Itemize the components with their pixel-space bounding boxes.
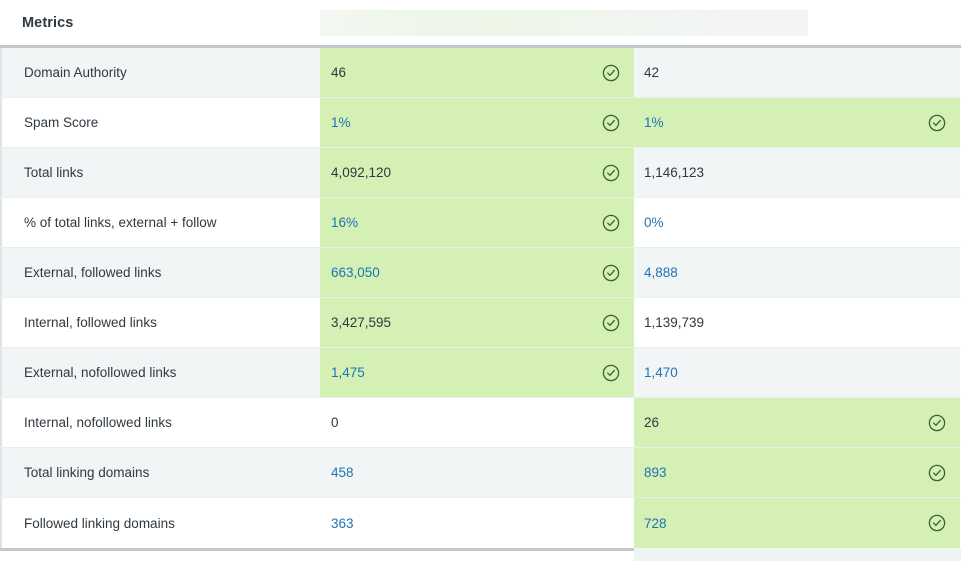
- metric-value-text[interactable]: 728: [644, 516, 667, 531]
- metric-value-cell-col1: 46: [320, 48, 634, 97]
- check-circle-icon: [602, 214, 620, 232]
- metrics-table: Domain Authority 46 42 Spam Score 1% 1% Total …: [0, 45, 961, 551]
- metric-value-text[interactable]: 663,050: [331, 265, 380, 280]
- table-row: % of total links, external + follow 16% 0%: [0, 198, 961, 248]
- metric-value-cell-col2[interactable]: 1,470: [634, 348, 960, 397]
- metric-value-cell-col1[interactable]: 458: [320, 448, 634, 497]
- metric-value-cell-col2: 42: [634, 48, 960, 97]
- table-header: Metrics: [0, 0, 961, 45]
- metric-value-cell-col1[interactable]: 16%: [320, 198, 634, 247]
- metric-name-text: External, nofollowed links: [24, 365, 177, 380]
- page-title: Metrics: [22, 14, 74, 31]
- table-row: Internal, nofollowed links 0 26: [0, 398, 961, 448]
- metric-value-text[interactable]: 1%: [644, 115, 664, 130]
- metric-value-text[interactable]: 4,888: [644, 265, 678, 280]
- metric-name-cell: Total links: [0, 148, 320, 197]
- check-circle-icon: [928, 114, 946, 132]
- metric-value-text: 1,139,739: [644, 315, 705, 330]
- metric-value-text: 46: [331, 65, 347, 80]
- metric-value-text[interactable]: 16%: [331, 215, 358, 230]
- metric-value-cell-col2: 1,139,739: [634, 298, 960, 347]
- metric-name-cell: Total linking domains: [0, 448, 320, 497]
- metric-value-text: 4,092,120: [331, 165, 392, 180]
- metric-value-text[interactable]: 1,470: [644, 365, 678, 380]
- check-circle-icon: [602, 314, 620, 332]
- metric-value-cell-col1: 0: [320, 398, 634, 447]
- metric-name-cell: Internal, nofollowed links: [0, 398, 320, 447]
- metric-name-cell: External, followed links: [0, 248, 320, 297]
- metric-value-text: 42: [644, 65, 660, 80]
- check-circle-icon: [928, 414, 946, 432]
- metric-value-text: 1,146,123: [644, 165, 705, 180]
- metric-name-cell: Domain Authority: [0, 48, 320, 97]
- metric-name-cell: Internal, followed links: [0, 298, 320, 347]
- table-row: External, nofollowed links 1,475 1,470: [0, 348, 961, 398]
- metric-name-cell: % of total links, external + follow: [0, 198, 320, 247]
- metric-value-cell-col2[interactable]: 1%: [634, 98, 960, 147]
- check-circle-icon: [602, 264, 620, 282]
- metric-value-cell-col1[interactable]: 663,050: [320, 248, 634, 297]
- check-circle-icon: [602, 114, 620, 132]
- table-row: Followed linking domains 363 728: [0, 498, 961, 548]
- metric-value-cell-col1: 4,092,120: [320, 148, 634, 197]
- metric-value-text[interactable]: 458: [331, 465, 354, 480]
- table-row: External, followed links 663,050 4,888: [0, 248, 961, 298]
- metrics-header-cell: Metrics: [0, 0, 320, 45]
- metric-value-cell-col1[interactable]: 1,475: [320, 348, 634, 397]
- metric-value-cell-col2[interactable]: 4,888: [634, 248, 960, 297]
- metric-value-text: 26: [644, 415, 660, 430]
- metric-value-cell-col1[interactable]: 363: [320, 498, 634, 548]
- metric-name-cell: Followed linking domains: [0, 498, 320, 548]
- metric-value-cell-col1: 3,427,595: [320, 298, 634, 347]
- metric-value-cell-col2: 1,146,123: [634, 148, 960, 197]
- metric-value-cell-col2: 26: [634, 398, 960, 447]
- table-row: Domain Authority 46 42: [0, 48, 961, 98]
- metric-value-text[interactable]: 1%: [331, 115, 351, 130]
- loading-placeholder-bar: [320, 9, 808, 36]
- header-placeholder-area: [320, 0, 961, 45]
- metric-value-cell-col2[interactable]: 893: [634, 448, 960, 497]
- table-row: Total links 4,092,120 1,146,123: [0, 148, 961, 198]
- check-circle-icon: [602, 64, 620, 82]
- metric-value-text[interactable]: 363: [331, 516, 354, 531]
- metric-name-text: Total links: [24, 165, 84, 180]
- table-footer-spill: [634, 548, 961, 561]
- metric-name-text: Followed linking domains: [24, 515, 175, 531]
- metric-value-text[interactable]: 0%: [644, 215, 664, 230]
- metric-name-text: Domain Authority: [24, 65, 127, 80]
- table-row: Internal, followed links 3,427,595 1,139,7…: [0, 298, 961, 348]
- table-row: Spam Score 1% 1%: [0, 98, 961, 148]
- metric-name-text: Spam Score: [24, 115, 99, 130]
- metric-value-cell-col2[interactable]: 0%: [634, 198, 960, 247]
- metric-name-text: Internal, followed links: [24, 315, 157, 330]
- table-row: Total linking domains 458 893: [0, 448, 961, 498]
- metric-name-cell: External, nofollowed links: [0, 348, 320, 397]
- metric-name-cell: Spam Score: [0, 98, 320, 147]
- check-circle-icon: [928, 464, 946, 482]
- metric-value-text: 3,427,595: [331, 315, 392, 330]
- check-circle-icon: [928, 514, 946, 532]
- metric-name-text: Total linking domains: [24, 465, 150, 480]
- metric-value-text[interactable]: 1,475: [331, 365, 365, 380]
- check-circle-icon: [602, 364, 620, 382]
- metric-name-text: External, followed links: [24, 265, 162, 280]
- metric-name-text: Internal, nofollowed links: [24, 415, 172, 430]
- metric-value-cell-col1[interactable]: 1%: [320, 98, 634, 147]
- metric-name-text: % of total links, external + follow: [24, 215, 217, 230]
- metric-value-text[interactable]: 893: [644, 465, 667, 480]
- metric-value-text: 0: [331, 415, 339, 430]
- check-circle-icon: [602, 164, 620, 182]
- metric-value-cell-col2[interactable]: 728: [634, 498, 960, 548]
- metrics-comparison-panel: Metrics Domain Authority 46 42 Spam Score 1%…: [0, 0, 961, 561]
